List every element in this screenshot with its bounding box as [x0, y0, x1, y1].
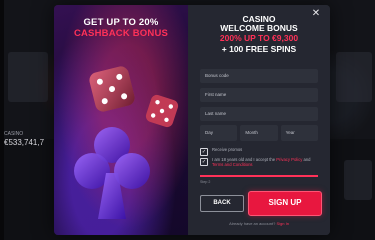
- promo-title: GET UP TO 20% CASHBACK BONUS: [54, 17, 188, 39]
- promo-title-line2: CASHBACK BONUS: [73, 28, 169, 39]
- registration-modal: GET UP TO 20% CASHBACK BONUS ✕ CASINO WE…: [54, 5, 330, 235]
- terms-checkbox-row: ✓ I am 18 years old and I accept the Pri…: [200, 157, 320, 167]
- year-select[interactable]: Year: [280, 125, 318, 141]
- heading-line2: WELCOME BONUS: [220, 23, 298, 33]
- promo-checkbox[interactable]: ✓: [200, 148, 208, 156]
- first-name-field[interactable]: First name: [200, 88, 318, 102]
- back-button[interactable]: BACK: [200, 195, 244, 212]
- heading-line3: 200% UP TO €9,300: [219, 33, 299, 43]
- signup-button[interactable]: SIGN UP: [248, 191, 322, 216]
- login-prefix: Already have an account?: [229, 221, 276, 226]
- background-jackpot: CASINO €533,741,7: [4, 131, 44, 147]
- background-game-tile: [344, 160, 372, 200]
- heading-line4: + 100 FREE SPINS: [221, 44, 297, 54]
- step-label: Step 2: [200, 180, 211, 184]
- terms-link[interactable]: Terms and Conditions: [212, 162, 253, 167]
- last-name-field[interactable]: Last name: [200, 107, 318, 121]
- bonus-heading: CASINO WELCOME BONUS 200% UP TO €9,300 +…: [188, 15, 330, 56]
- promo-panel: GET UP TO 20% CASHBACK BONUS: [54, 5, 188, 235]
- terms-and: and: [303, 157, 311, 162]
- club-icon: [74, 127, 150, 219]
- bonus-code-field[interactable]: Bonus code: [200, 69, 318, 83]
- promo-checkbox-label: Receive promos: [212, 147, 243, 152]
- login-prompt: Already have an account? Sign In: [188, 221, 330, 226]
- promo-checkbox-row: ✓ Receive promos: [200, 147, 320, 156]
- signup-form: ✕ CASINO WELCOME BONUS 200% UP TO €9,300…: [188, 5, 330, 235]
- month-select[interactable]: Month: [240, 125, 278, 141]
- background-game-tile: [8, 52, 48, 102]
- privacy-policy-link[interactable]: Privacy Policy: [276, 157, 302, 162]
- jackpot-label: CASINO: [4, 131, 24, 137]
- dice-icon: [89, 66, 135, 112]
- jackpot-amount: €533,741,7: [4, 138, 45, 147]
- progress-bar: [200, 175, 318, 177]
- day-select[interactable]: Day: [200, 125, 238, 141]
- birthdate-row: Day Month Year: [200, 125, 318, 141]
- sign-in-link[interactable]: Sign In: [276, 221, 288, 226]
- terms-checkbox[interactable]: ✓: [200, 158, 208, 166]
- background-game-tile: [336, 52, 372, 102]
- progress-fill: [200, 175, 318, 177]
- terms-text: I am 18 years old and I accept the Priva…: [212, 157, 320, 167]
- promo-title-line1: GET UP TO 20%: [83, 17, 159, 28]
